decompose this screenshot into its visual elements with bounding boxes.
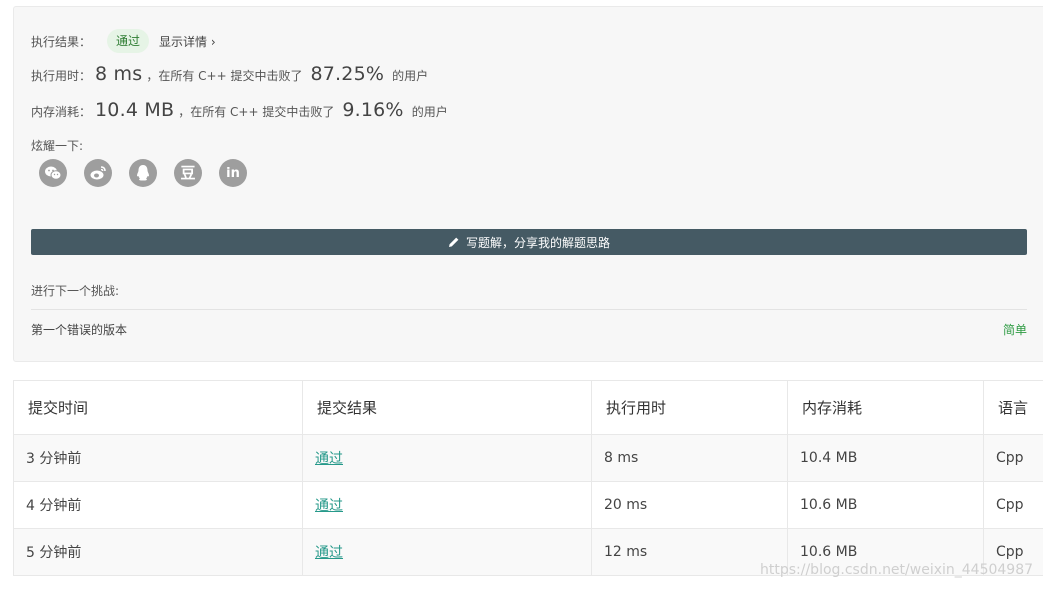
memory-value: 10.4 MB — [95, 99, 175, 121]
watermark: https://blog.csdn.net/weixin_44504987 — [760, 562, 1034, 578]
share-label: 炫耀一下: — [31, 139, 84, 153]
runtime-value: 8 ms — [95, 63, 143, 85]
cell-submit-time: 4 分钟前 — [13, 481, 303, 529]
memory-middle-text: ，在所有 C++ 提交中击败了 — [178, 105, 335, 119]
submissions-table: 提交时间 提交结果 执行用时 内存消耗 语言 3 分钟前 通过 8 ms 10.… — [13, 380, 1043, 576]
cell-runtime: 20 ms — [591, 481, 788, 529]
table-row: 4 分钟前 通过 20 ms 10.6 MB Cpp — [13, 481, 1043, 529]
header-language: 语言 — [983, 380, 1043, 435]
weibo-icon[interactable] — [84, 159, 112, 187]
cell-result: 通过 — [302, 481, 592, 529]
share-icons: 豆 in — [39, 159, 247, 187]
difficulty-badge: 简单 — [1002, 323, 1027, 337]
qq-icon[interactable] — [129, 159, 157, 187]
status-badge: 通过 — [107, 29, 150, 53]
douban-icon[interactable]: 豆 — [174, 159, 202, 187]
submission-result-card: 执行结果： 通过 显示详情 › 执行用时： 8 ms ，在所有 C++ 提交中击… — [13, 6, 1043, 362]
cell-runtime: 12 ms — [591, 528, 788, 576]
runtime-label: 执行用时： — [31, 69, 92, 83]
douban-glyph: 豆 — [180, 163, 196, 182]
cell-result: 通过 — [302, 528, 592, 576]
show-details-link[interactable]: 显示详情 › — [159, 33, 216, 50]
write-solution-label: 写题解，分享我的解题思路 — [465, 235, 610, 250]
table-row: 3 分钟前 通过 8 ms 10.4 MB Cpp — [13, 434, 1043, 482]
runtime-row: 执行用时： 8 ms ，在所有 C++ 提交中击败了 87.25% 的用户 — [31, 63, 428, 85]
wechat-icon[interactable] — [39, 159, 67, 187]
header-submit-result: 提交结果 — [302, 380, 592, 435]
header-memory: 内存消耗 — [787, 380, 984, 435]
runtime-suffix: 的用户 — [392, 69, 429, 83]
cell-submit-time: 5 分钟前 — [13, 528, 303, 576]
divider — [31, 309, 1027, 310]
linkedin-glyph: in — [226, 165, 240, 181]
pencil-icon — [448, 237, 459, 247]
result-row: 执行结果： 通过 显示详情 › — [31, 29, 216, 53]
next-challenge-label: 进行下一个挑战: — [31, 284, 120, 298]
memory-row: 内存消耗： 10.4 MB ，在所有 C++ 提交中击败了 9.16% 的用户 — [31, 99, 448, 121]
cell-language: Cpp — [983, 434, 1043, 482]
write-solution-button[interactable]: 写题解，分享我的解题思路 — [31, 229, 1027, 255]
cell-memory: 10.6 MB — [787, 481, 984, 529]
cell-language: Cpp — [983, 481, 1043, 529]
memory-label: 内存消耗： — [31, 105, 92, 119]
header-runtime: 执行用时 — [591, 380, 788, 435]
runtime-percent: 87.25% — [310, 63, 385, 85]
result-link[interactable]: 通过 — [315, 451, 343, 467]
memory-suffix: 的用户 — [411, 105, 448, 119]
share-row: 炫耀一下: — [31, 137, 83, 154]
memory-percent: 9.16% — [342, 99, 404, 121]
result-link[interactable]: 通过 — [315, 545, 343, 561]
cell-result: 通过 — [302, 434, 592, 482]
cell-memory: 10.4 MB — [787, 434, 984, 482]
result-label: 执行结果： — [31, 34, 92, 49]
chevron-right-icon: › — [210, 34, 216, 49]
show-details-label: 显示详情 — [159, 34, 208, 49]
linkedin-icon[interactable]: in — [219, 159, 247, 187]
next-problem-link[interactable]: 第一个错误的版本 — [31, 321, 127, 338]
result-link[interactable]: 通过 — [315, 498, 343, 514]
cell-runtime: 8 ms — [591, 434, 788, 482]
header-submit-time: 提交时间 — [13, 380, 303, 435]
cell-submit-time: 3 分钟前 — [13, 434, 303, 482]
runtime-middle-text: ，在所有 C++ 提交中击败了 — [146, 69, 303, 83]
table-header-row: 提交时间 提交结果 执行用时 内存消耗 语言 — [13, 380, 1043, 435]
